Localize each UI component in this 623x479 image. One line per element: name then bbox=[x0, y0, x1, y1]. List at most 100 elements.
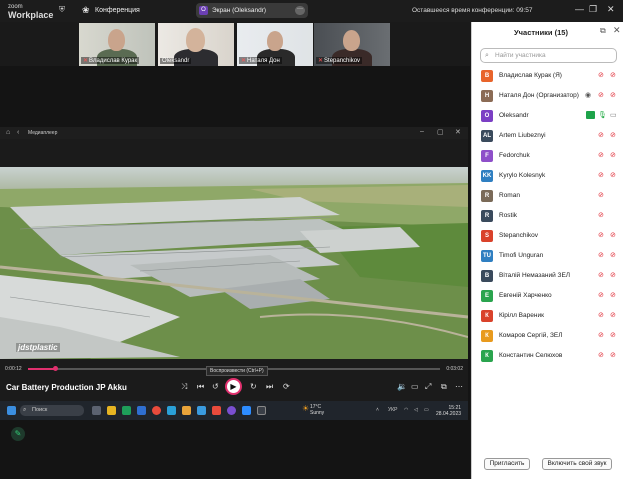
participant-row[interactable]: В Владислав Курак (Я) ⊘ ⊘ bbox=[472, 66, 623, 86]
video-thumbnail[interactable]: ✕Stepanchikov bbox=[314, 23, 390, 66]
mic-off-icon[interactable]: ⊘ bbox=[598, 151, 604, 159]
media-player-icon[interactable] bbox=[257, 406, 266, 415]
more-icon[interactable]: ⋯ bbox=[455, 382, 463, 391]
mic-off-icon[interactable]: ⊘ bbox=[598, 71, 604, 79]
participant-row[interactable]: К Комаров Сергій, ЗЕЛ ⊘ ⊘ bbox=[472, 326, 623, 346]
cast-icon[interactable]: ▭ bbox=[411, 382, 419, 391]
participant-row[interactable]: R Roman ⊘ bbox=[472, 186, 623, 206]
participant-row[interactable]: R Rostik ⊘ bbox=[472, 206, 623, 226]
video-thumbnail[interactable]: Oleksandr bbox=[158, 23, 234, 66]
previous-icon[interactable]: ⏮ bbox=[197, 382, 204, 392]
mic-off-icon[interactable]: ⊘ bbox=[598, 131, 604, 139]
forward-icon[interactable]: ↻ bbox=[250, 382, 257, 391]
mic-off-icon[interactable]: ⊘ bbox=[598, 211, 604, 219]
zoom-icon[interactable] bbox=[242, 406, 251, 415]
battery-icon[interactable]: ▭ bbox=[424, 407, 429, 413]
maximize-icon[interactable]: ▢ bbox=[437, 128, 444, 136]
mic-off-icon[interactable]: ⊘ bbox=[598, 271, 604, 279]
start-icon[interactable] bbox=[7, 406, 16, 415]
close-window-icon[interactable]: ✕ bbox=[607, 4, 615, 15]
close-icon[interactable]: ✕ bbox=[455, 128, 461, 136]
camera-off-icon[interactable]: ⊘ bbox=[610, 151, 616, 159]
shield-icon[interactable]: ⛨ bbox=[59, 5, 68, 16]
minimize-icon[interactable]: – bbox=[420, 128, 424, 135]
annotate-icon[interactable]: ✎ bbox=[11, 427, 25, 441]
meeting-label[interactable]: Конференция bbox=[95, 7, 140, 14]
mic-off-icon[interactable]: ⊘ bbox=[598, 331, 604, 339]
participant-row[interactable]: К Константин Селюхов ⊘ ⊘ bbox=[472, 346, 623, 366]
participant-row[interactable]: KK Kyrylo Kolesnyk ⊘ ⊘ bbox=[472, 166, 623, 186]
video-frame[interactable]: jdstplastic bbox=[0, 167, 468, 359]
camera-off-icon[interactable]: ⊘ bbox=[610, 91, 616, 99]
app-icon[interactable] bbox=[182, 406, 191, 415]
rewind-icon[interactable]: ↺ bbox=[212, 382, 219, 391]
camera-on-icon[interactable]: ▭ bbox=[610, 111, 617, 119]
next-icon[interactable]: ⏭ bbox=[266, 382, 273, 392]
camera-off-icon[interactable]: ⊘ bbox=[610, 271, 616, 279]
participant-row[interactable]: O Oleksandr 🎙 ▭ bbox=[472, 106, 623, 126]
participant-row[interactable]: S Stepanchikov ⊘ ⊘ bbox=[472, 226, 623, 246]
mic-off-icon[interactable]: ⊘ bbox=[598, 231, 604, 239]
telegram-icon[interactable] bbox=[197, 406, 206, 415]
video-thumbnail[interactable]: ✕Владислав Курак bbox=[79, 23, 155, 66]
mic-off-icon[interactable]: ⊘ bbox=[598, 251, 604, 259]
mic-on-icon[interactable]: 🎙 bbox=[598, 111, 607, 119]
task-view-icon[interactable] bbox=[92, 406, 101, 415]
excel-icon[interactable] bbox=[122, 406, 131, 415]
close-icon[interactable]: ✕ bbox=[613, 25, 621, 36]
mic-off-icon[interactable]: ⊘ bbox=[598, 351, 604, 359]
edge-icon[interactable] bbox=[167, 406, 176, 415]
camera-off-icon[interactable]: ⊘ bbox=[610, 311, 616, 319]
participant-row[interactable]: Е Евгеній Харченко ⊘ ⊘ bbox=[472, 286, 623, 306]
participant-row[interactable]: F Fedorchuk ⊘ ⊘ bbox=[472, 146, 623, 166]
camera-off-icon[interactable]: ⊘ bbox=[610, 331, 616, 339]
participant-row[interactable]: AL Artem Liubeznyi ⊘ ⊘ bbox=[472, 126, 623, 146]
language-indicator[interactable]: УКР bbox=[388, 407, 397, 413]
unmute-button[interactable]: Включить свой звук bbox=[542, 458, 612, 470]
word-icon[interactable] bbox=[137, 406, 146, 415]
taskbar-clock[interactable]: 15:21 28.04.2023 bbox=[436, 405, 461, 417]
minimize-icon[interactable]: — bbox=[575, 4, 584, 14]
pop-out-icon[interactable]: ⧉ bbox=[600, 26, 606, 36]
participant-row[interactable]: TU Timofi Unguran ⊘ ⊘ bbox=[472, 246, 623, 266]
chrome-icon[interactable] bbox=[152, 406, 161, 415]
more-icon[interactable]: ··· bbox=[295, 6, 305, 15]
camera-off-icon[interactable]: ⊘ bbox=[610, 351, 616, 359]
app-icon[interactable] bbox=[212, 406, 221, 415]
camera-off-icon[interactable]: ⊘ bbox=[610, 171, 616, 179]
camera-off-icon[interactable]: ⊘ bbox=[610, 251, 616, 259]
maximize-icon[interactable]: ❐ bbox=[589, 4, 597, 15]
mic-off-icon[interactable]: ⊘ bbox=[598, 291, 604, 299]
participant-row[interactable]: В Віталій Немазаний ЗЕЛ ⊘ ⊘ bbox=[472, 266, 623, 286]
home-icon[interactable]: ⌂ bbox=[6, 129, 10, 136]
video-thumbnail[interactable]: ✕Наталя Дон bbox=[237, 23, 313, 66]
volume-icon[interactable]: 🔉 bbox=[397, 382, 407, 391]
viber-icon[interactable] bbox=[227, 406, 236, 415]
shuffle-icon[interactable]: ⤨ bbox=[181, 382, 187, 392]
back-icon[interactable]: ‹ bbox=[17, 129, 19, 136]
participant-row[interactable]: К Кірілл Вареник ⊘ ⊘ bbox=[472, 306, 623, 326]
taskbar-search[interactable]: ⌕ Поиск bbox=[20, 405, 84, 416]
camera-off-icon[interactable]: ⊘ bbox=[610, 231, 616, 239]
progress-handle[interactable] bbox=[53, 366, 59, 371]
camera-off-icon[interactable]: ⊘ bbox=[610, 291, 616, 299]
miniplayer-icon[interactable]: ⧉ bbox=[441, 382, 447, 392]
play-button[interactable]: ▶ bbox=[225, 378, 242, 395]
file-explorer-icon[interactable] bbox=[107, 406, 116, 415]
chevron-up-icon[interactable]: ˄ bbox=[376, 407, 379, 413]
invite-button[interactable]: Пригласить bbox=[484, 458, 530, 470]
fullscreen-icon[interactable]: ⤢ bbox=[425, 382, 431, 392]
participant-search-input[interactable]: ⌕ Найти участника bbox=[480, 48, 617, 63]
mic-off-icon[interactable]: ⊘ bbox=[598, 311, 604, 319]
repeat-icon[interactable]: ⟳ bbox=[283, 382, 290, 391]
participant-row[interactable]: Н Наталя Дон (Организатор) ◉ ⊘ ⊘ bbox=[472, 86, 623, 106]
camera-off-icon[interactable]: ⊘ bbox=[610, 71, 616, 79]
screen-share-pill[interactable]: O Экран (Oleksandr) ··· bbox=[196, 3, 308, 18]
mic-off-icon[interactable]: ⊘ bbox=[598, 191, 604, 199]
camera-off-icon[interactable]: ⊘ bbox=[610, 131, 616, 139]
wifi-icon[interactable]: ◠ bbox=[404, 407, 408, 413]
mic-off-icon[interactable]: ⊘ bbox=[598, 171, 604, 179]
speaker-icon[interactable]: ◁ bbox=[414, 407, 418, 413]
mic-off-icon[interactable]: ⊘ bbox=[598, 91, 604, 99]
weather-widget[interactable]: ☀ 17°C Sunny bbox=[302, 404, 324, 416]
